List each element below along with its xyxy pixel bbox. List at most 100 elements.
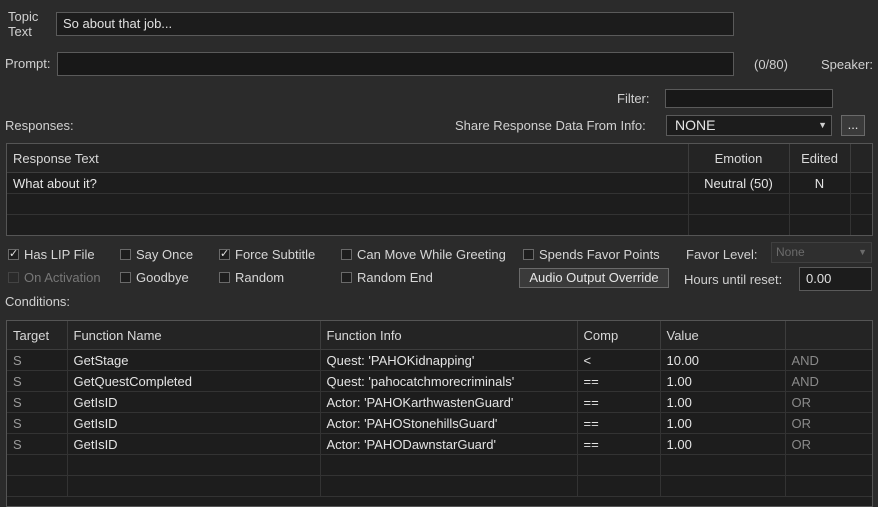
goodbye-checkbox[interactable]: Goodbye	[120, 270, 189, 285]
cond-value-cell[interactable]: 10.00	[660, 349, 786, 371]
can-move-while-greeting-checkbox[interactable]: Can Move While Greeting	[341, 247, 506, 262]
topic-text-label: Topic Text	[8, 9, 39, 39]
cond-target-cell[interactable]: S	[7, 370, 68, 392]
cond-operator-cell[interactable]: AND	[785, 370, 872, 392]
table-row[interactable]: S GetIsID Actor: 'PAHODawnstarGuard' == …	[7, 433, 872, 455]
share-response-browse-button[interactable]: ...	[841, 115, 865, 136]
cond-operator-cell[interactable]: AND	[785, 349, 872, 371]
dropdown-arrow-icon: ▼	[858, 247, 867, 257]
cond-info-cell[interactable]: Actor: 'PAHOStonehillsGuard'	[320, 412, 578, 434]
cond-function-cell[interactable]: GetIsID	[67, 412, 321, 434]
favor-level-combo[interactable]: None ▼	[771, 242, 872, 263]
spends-favor-points-checkbox[interactable]: Spends Favor Points	[523, 247, 660, 262]
prompt-input[interactable]	[57, 52, 734, 76]
filter-label: Filter:	[617, 91, 650, 106]
table-row[interactable]: S GetIsID Actor: 'PAHOStonehillsGuard' =…	[7, 412, 872, 434]
hours-until-reset-label: Hours until reset:	[684, 272, 783, 287]
cond-operator-cell[interactable]: OR	[785, 433, 872, 455]
checkbox-label: Say Once	[136, 247, 194, 262]
cond-value-cell[interactable]: 1.00	[660, 370, 786, 392]
responses-header-row: Response Text Emotion Edited	[7, 144, 872, 173]
checkmark-icon: ✓	[220, 248, 230, 260]
conditions-label: Conditions:	[5, 294, 71, 309]
col-comp[interactable]: Comp	[577, 321, 661, 350]
cond-info-cell[interactable]: Quest: 'PAHOKidnapping'	[320, 349, 578, 371]
share-response-value: NONE	[675, 117, 716, 133]
col-edited[interactable]: Edited	[789, 144, 851, 173]
cond-info-cell[interactable]: Quest: 'pahocatchmorecriminals'	[320, 370, 578, 392]
cond-value-cell[interactable]: 1.00	[660, 433, 786, 455]
checkbox-box[interactable]	[120, 272, 131, 283]
checkbox-label: Goodbye	[136, 270, 189, 285]
col-emotion[interactable]: Emotion	[688, 144, 790, 173]
on-activation-checkbox[interactable]: On Activation	[8, 270, 105, 285]
response-edited-cell[interactable]: N	[789, 172, 851, 194]
cond-function-cell[interactable]: GetIsID	[67, 433, 321, 455]
conditions-table[interactable]: Target Function Name Function Info Comp …	[6, 320, 873, 507]
col-function-info[interactable]: Function Info	[320, 321, 578, 350]
random-checkbox[interactable]: Random	[219, 270, 284, 285]
cond-comp-cell[interactable]: <	[577, 349, 661, 371]
cond-function-cell[interactable]: GetIsID	[67, 391, 321, 413]
responses-table[interactable]: Response Text Emotion Edited What about …	[6, 143, 873, 236]
checkbox-box[interactable]	[219, 272, 230, 283]
table-row[interactable]: S GetQuestCompleted Quest: 'pahocatchmor…	[7, 370, 872, 392]
filter-input[interactable]	[665, 89, 833, 108]
checkbox-box[interactable]: ✓	[8, 248, 19, 260]
checkbox-label: Spends Favor Points	[539, 247, 660, 262]
prompt-label: Prompt:	[5, 56, 51, 71]
cond-function-cell[interactable]: GetStage	[67, 349, 321, 371]
hours-until-reset-input[interactable]: 0.00	[799, 267, 872, 291]
cond-info-cell[interactable]: Actor: 'PAHODawnstarGuard'	[320, 433, 578, 455]
cond-target-cell[interactable]: S	[7, 349, 68, 371]
force-subtitle-checkbox[interactable]: ✓ Force Subtitle	[219, 247, 315, 262]
checkbox-box[interactable]: ✓	[219, 248, 230, 260]
empty-cell	[850, 172, 872, 194]
table-row[interactable]: What about it? Neutral (50) N	[7, 172, 872, 194]
checkbox-box[interactable]	[120, 249, 131, 260]
table-row[interactable]: S GetStage Quest: 'PAHOKidnapping' < 10.…	[7, 349, 872, 371]
table-row	[7, 475, 872, 497]
col-spacer	[850, 144, 872, 173]
checkbox-box[interactable]	[341, 272, 352, 283]
speaker-label: Speaker:	[821, 57, 874, 72]
col-target[interactable]: Target	[7, 321, 68, 350]
cond-comp-cell[interactable]: ==	[577, 412, 661, 434]
checkbox-label: Random End	[357, 270, 433, 285]
cond-value-cell[interactable]: 1.00	[660, 412, 786, 434]
cond-function-cell[interactable]: GetQuestCompleted	[67, 370, 321, 392]
cond-target-cell[interactable]: S	[7, 433, 68, 455]
response-emotion-cell[interactable]: Neutral (50)	[688, 172, 790, 194]
col-function-name[interactable]: Function Name	[67, 321, 321, 350]
table-row[interactable]: S GetIsID Actor: 'PAHOKarthwastenGuard' …	[7, 391, 872, 413]
share-response-label: Share Response Data From Info:	[455, 118, 646, 133]
has-lip-file-checkbox[interactable]: ✓ Has LIP File	[8, 247, 95, 262]
cond-value-cell[interactable]: 1.00	[660, 391, 786, 413]
checkmark-icon: ✓	[9, 248, 19, 260]
cond-comp-cell[interactable]: ==	[577, 433, 661, 455]
cond-info-cell[interactable]: Actor: 'PAHOKarthwastenGuard'	[320, 391, 578, 413]
col-value[interactable]: Value	[660, 321, 786, 350]
checkbox-label: Can Move While Greeting	[357, 247, 506, 262]
checkbox-box[interactable]	[523, 249, 534, 260]
cond-comp-cell[interactable]: ==	[577, 391, 661, 413]
checkbox-box[interactable]	[341, 249, 352, 260]
share-response-combo[interactable]: NONE ▼	[666, 115, 832, 136]
col-operator[interactable]	[785, 321, 872, 350]
cond-operator-cell[interactable]: OR	[785, 412, 872, 434]
random-end-checkbox[interactable]: Random End	[341, 270, 433, 285]
topic-text-input[interactable]: So about that job...	[56, 12, 734, 36]
responses-label: Responses:	[5, 118, 74, 133]
cond-target-cell[interactable]: S	[7, 412, 68, 434]
cond-comp-cell[interactable]: ==	[577, 370, 661, 392]
audio-output-override-button[interactable]: Audio Output Override	[519, 268, 669, 288]
table-row	[7, 454, 872, 476]
checkbox-label: On Activation	[24, 270, 101, 285]
say-once-checkbox[interactable]: Say Once	[120, 247, 193, 262]
checkbox-box[interactable]	[8, 272, 19, 283]
cond-target-cell[interactable]: S	[7, 391, 68, 413]
response-text-cell[interactable]: What about it?	[7, 172, 689, 194]
col-response-text[interactable]: Response Text	[7, 144, 689, 173]
dropdown-arrow-icon: ▼	[818, 120, 827, 130]
cond-operator-cell[interactable]: OR	[785, 391, 872, 413]
